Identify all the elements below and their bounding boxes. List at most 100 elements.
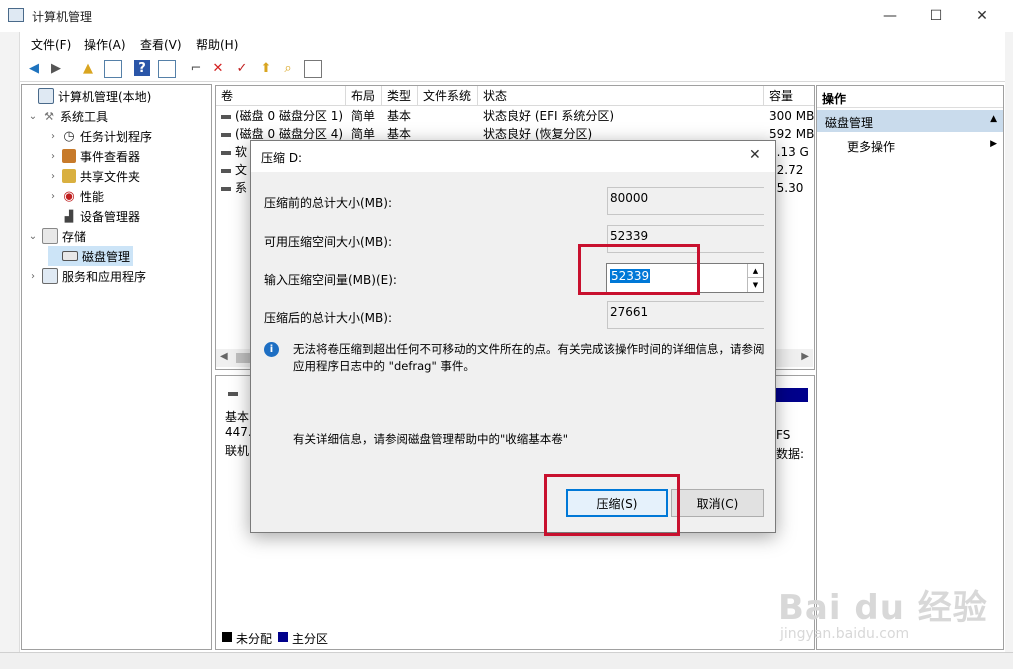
computer-icon: [38, 88, 54, 104]
tree-item-label: 性能: [80, 189, 105, 204]
cell-layout: 简单: [351, 109, 376, 123]
chevron-right-icon[interactable]: ›: [48, 171, 58, 182]
tree-item-storage[interactable]: ⌄ 存储: [28, 226, 86, 246]
tree-item-task-scheduler[interactable]: › ◷ 任务计划程序: [48, 126, 152, 146]
tree-item-services-apps[interactable]: › 服务和应用程序: [28, 266, 146, 286]
check-icon[interactable]: ✓: [234, 60, 250, 76]
tree-item-performance[interactable]: › ◉ 性能: [48, 186, 104, 206]
storage-icon: [42, 228, 58, 244]
cancel-button[interactable]: 取消(C): [671, 489, 764, 517]
volume-icon: [221, 114, 231, 119]
available-space-label: 可用压缩空间大小(MB):: [264, 235, 392, 249]
info-icon: i: [264, 342, 279, 357]
spin-down-icon[interactable]: ▼: [747, 278, 763, 292]
background-window-edge: [0, 32, 20, 652]
submenu-arrow-icon: ▶: [990, 139, 997, 149]
collapse-up-icon[interactable]: ▲: [990, 114, 997, 124]
delete-icon[interactable]: ✕: [210, 60, 226, 76]
connect-icon[interactable]: ⌐: [188, 60, 204, 76]
tree-item-label: 服务和应用程序: [62, 269, 147, 284]
partition-data-text: 数据:: [776, 447, 805, 461]
performance-icon: ◉: [63, 188, 75, 204]
dialog-title-bar: 压缩 D: ✕: [251, 141, 775, 172]
chevron-right-icon[interactable]: ›: [28, 271, 38, 282]
table-row[interactable]: 文: [221, 161, 247, 179]
chevron-right-icon[interactable]: ›: [48, 151, 58, 162]
disk-type-label: 基本: [225, 410, 250, 424]
scroll-right-icon[interactable]: ▶: [801, 351, 809, 362]
shared-folder-icon: [62, 169, 76, 183]
show-tree-icon[interactable]: [104, 60, 122, 78]
column-header-volume[interactable]: 卷: [216, 86, 346, 106]
tree-item-system-tools[interactable]: ⌄ ⚒ 系统工具: [28, 106, 108, 126]
shrink-dialog: 压缩 D: ✕ 压缩前的总计大小(MB): 80000 可用压缩空间大小(MB)…: [250, 140, 776, 533]
export-icon[interactable]: ⬆: [258, 60, 274, 76]
chevron-down-icon[interactable]: ⌄: [28, 231, 38, 242]
column-header-type[interactable]: 类型: [382, 86, 418, 106]
navigation-tree: 计算机管理(本地) ⌄ ⚒ 系统工具 › ◷ 任务计划程序 › 事件查看器 › …: [21, 84, 212, 650]
event-viewer-icon: [62, 149, 76, 163]
tree-item-shared-folders[interactable]: › 共享文件夹: [48, 166, 140, 186]
chevron-right-icon[interactable]: ›: [48, 191, 58, 202]
menu-help[interactable]: 帮助(H): [196, 36, 238, 53]
tree-item-root[interactable]: 计算机管理(本地): [24, 86, 151, 106]
help-icon[interactable]: ?: [134, 60, 150, 76]
column-header-layout[interactable]: 布局: [346, 86, 382, 106]
up-folder-icon[interactable]: ▲: [80, 60, 96, 76]
menu-action[interactable]: 操作(A): [84, 36, 126, 53]
column-header-filesystem[interactable]: 文件系统: [418, 86, 478, 106]
disk-status-label: 联机: [225, 444, 250, 458]
tree-item-device-manager[interactable]: ▟ 设备管理器: [48, 206, 140, 226]
back-icon[interactable]: ◀: [26, 60, 42, 76]
tree-item-label: 系统工具: [60, 109, 109, 124]
computer-management-icon: [8, 8, 24, 22]
scroll-left-icon[interactable]: ◀: [220, 351, 228, 362]
shrink-amount-label: 输入压缩空间量(MB)(E):: [264, 273, 397, 287]
cell-volume: 系: [235, 181, 248, 195]
cell-volume: (磁盘 0 磁盘分区 4): [235, 127, 344, 141]
annotation-highlight-shrink: [544, 474, 680, 536]
tree-item-label: 磁盘管理: [82, 249, 131, 264]
menu-view[interactable]: 查看(V): [140, 36, 182, 53]
actions-section-disk-management[interactable]: 磁盘管理 ▲: [817, 110, 1003, 132]
table-row[interactable]: 系: [221, 179, 247, 197]
tree-item-label: 设备管理器: [80, 209, 141, 224]
watermark-url: jingyan.baidu.com: [780, 626, 910, 642]
chevron-down-icon[interactable]: ⌄: [28, 111, 38, 122]
tree-item-label: 任务计划程序: [80, 129, 153, 144]
refresh-icon[interactable]: ⌕: [280, 60, 296, 76]
spin-up-icon[interactable]: ▲: [747, 264, 763, 278]
column-header-status[interactable]: 状态: [478, 86, 764, 106]
table-row[interactable]: 软: [221, 143, 247, 161]
column-header-capacity[interactable]: 容量: [764, 86, 814, 106]
tree-item-label: 共享文件夹: [80, 169, 141, 184]
dialog-close-button[interactable]: ✕: [749, 147, 761, 163]
dialog-title: 压缩 D:: [261, 151, 303, 165]
more-actions-item[interactable]: 更多操作 ▶: [847, 138, 997, 155]
baidu-watermark: Bai du 经验 jingyan.baidu.com: [770, 560, 1000, 650]
tree-item-label: 计算机管理(本地): [58, 89, 152, 104]
tree-item-event-viewer[interactable]: › 事件查看器: [48, 146, 140, 166]
legend-primary: 主分区: [292, 632, 329, 646]
legend-unallocated-swatch: [222, 632, 232, 642]
cell-status: 状态良好 (EFI 系统分区): [483, 109, 615, 123]
info-message: 无法将卷压缩到超出任何不可移动的文件所在的点。有关完成该操作时间的详细信息，请参…: [293, 342, 765, 373]
title-bar: 计算机管理 — ☐ ✕: [0, 0, 1013, 32]
console-icon[interactable]: [158, 60, 176, 78]
minimize-button[interactable]: —: [867, 0, 913, 32]
total-before-label: 压缩前的总计大小(MB):: [264, 196, 392, 210]
device-manager-icon: ▟: [64, 209, 74, 223]
help-message: 有关详细信息，请参阅磁盘管理帮助中的"收缩基本卷": [293, 432, 569, 446]
tree-item-label: 事件查看器: [80, 149, 141, 164]
disk-icon: [62, 251, 78, 261]
maximize-button[interactable]: ☐: [913, 0, 959, 32]
chevron-right-icon[interactable]: ›: [48, 131, 58, 142]
forward-icon[interactable]: ▶: [48, 60, 64, 76]
volume-icon: [221, 132, 231, 137]
close-button[interactable]: ✕: [959, 0, 1005, 32]
tree-item-label: 存储: [62, 229, 87, 244]
tree-item-disk-management[interactable]: 磁盘管理: [48, 246, 134, 266]
table-row[interactable]: (磁盘 0 磁盘分区 1): [221, 107, 343, 125]
properties-icon[interactable]: [304, 60, 322, 78]
menu-file[interactable]: 文件(F): [31, 36, 71, 53]
